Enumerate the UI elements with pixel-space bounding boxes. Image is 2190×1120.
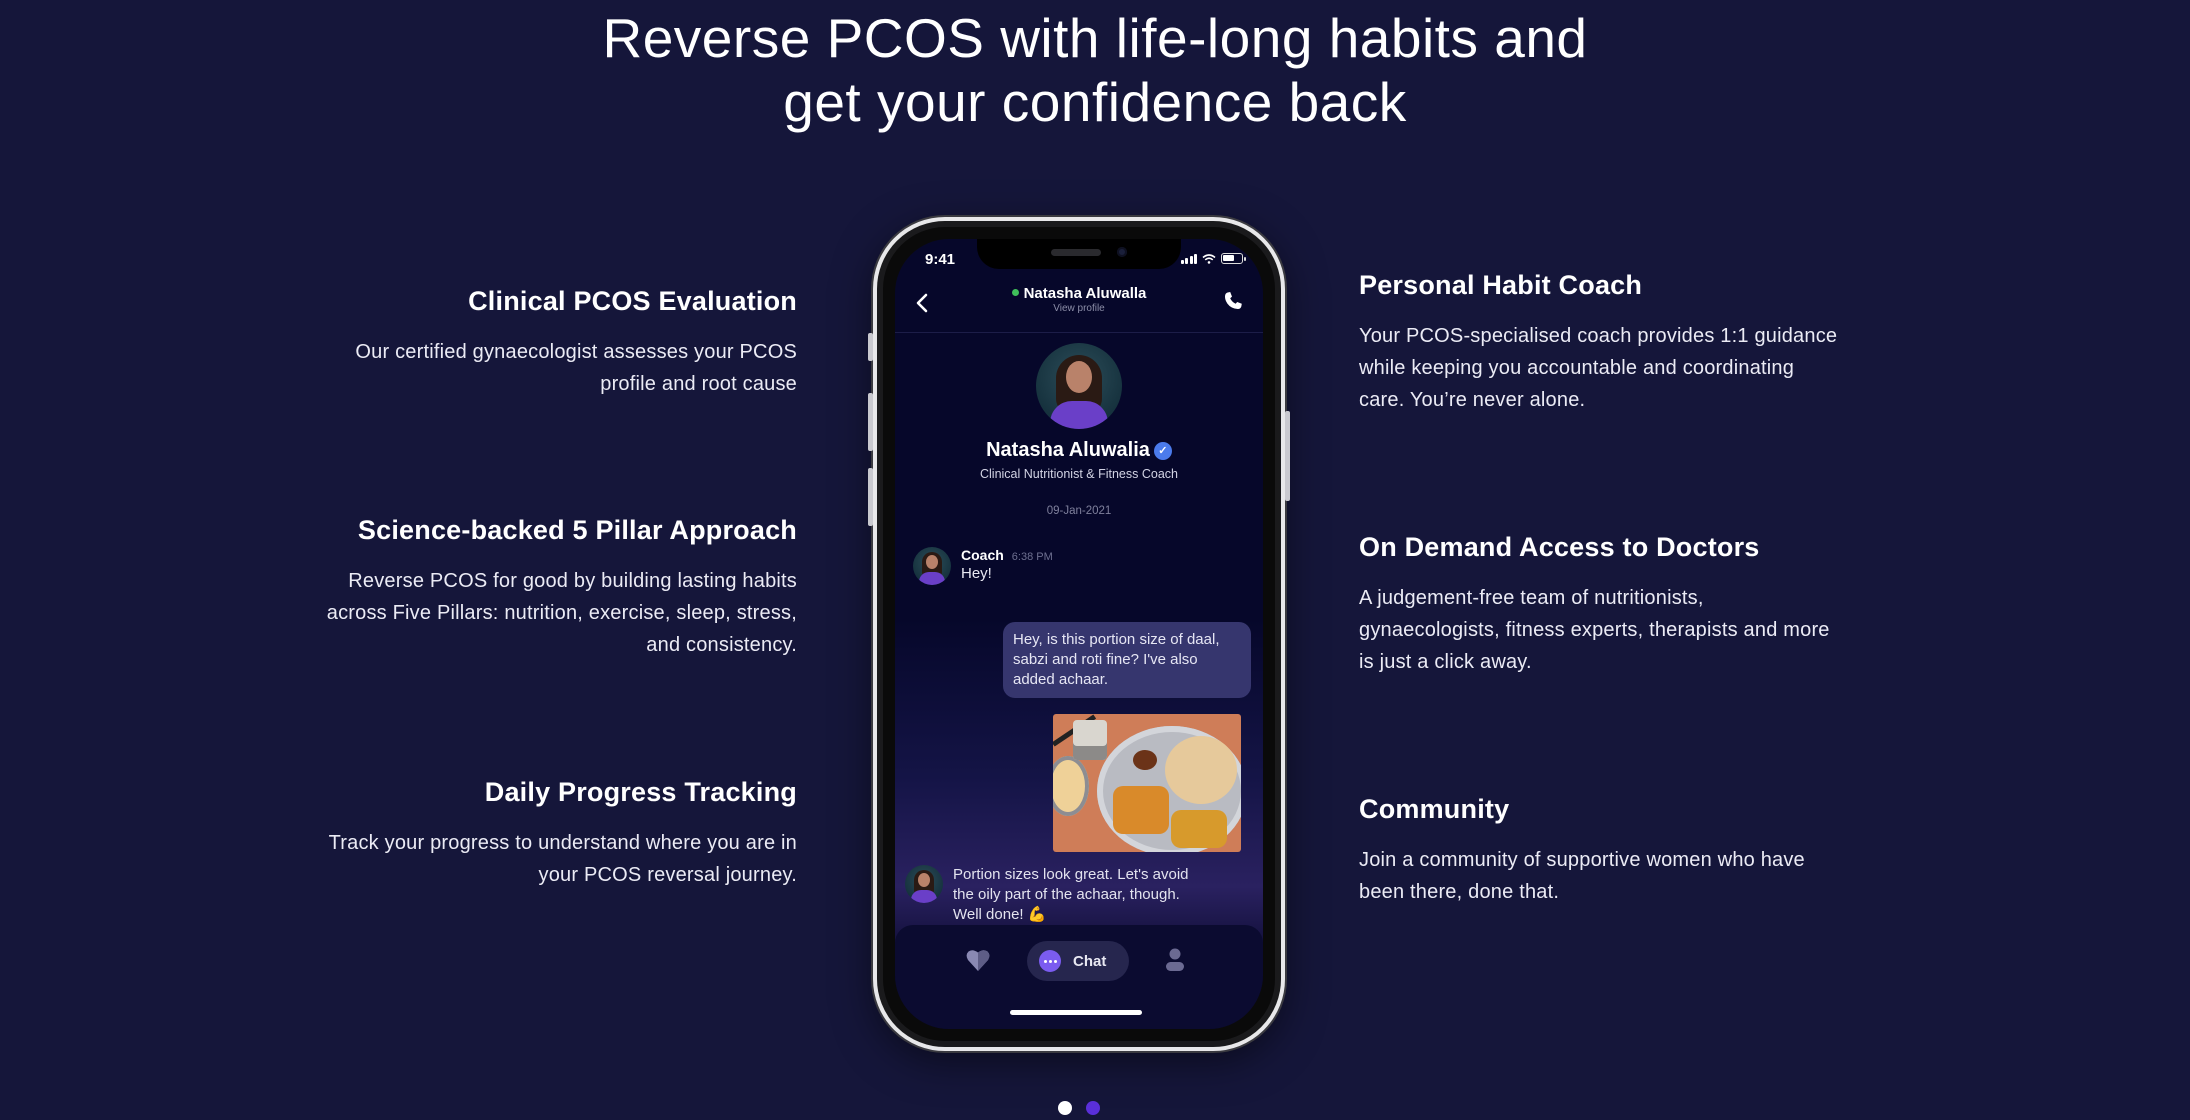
feature-description-line: and consistency.	[646, 634, 797, 656]
feature-description: Track your progress to understand where …	[297, 827, 797, 891]
feature-description-line: while keeping you accountable and coordi…	[1359, 357, 1795, 379]
feature-description-line: your PCOS reversal journey.	[538, 864, 797, 886]
feature-description-line: Your PCOS-specialised coach provides 1:1…	[1359, 325, 1838, 347]
cellular-signal-icon	[1180, 254, 1197, 264]
feature-title: Community	[1359, 794, 1510, 824]
chat-message-incoming: Portion sizes look great. Let's avoid th…	[905, 865, 1205, 925]
carousel-dot-2[interactable]	[1086, 1101, 1100, 1115]
feature-description: A judgement-free team of nutritionists, …	[1359, 582, 1859, 678]
front-camera	[1117, 247, 1127, 257]
tab-chat-label: Chat	[1073, 952, 1107, 970]
feature-description-line: Reverse PCOS for good by building lastin…	[348, 570, 797, 592]
view-profile-link[interactable]: View profile	[895, 303, 1263, 314]
feature-title: Science-backed 5 Pillar Approach	[357, 515, 797, 545]
hero-title-line-2: get your confidence back	[783, 71, 1407, 133]
feature-title: On Demand Access to Doctors	[1359, 532, 1760, 562]
chat-contact-name-text: Natasha Aluwalla	[1023, 285, 1147, 302]
feature-five-pillar-approach: Science-backed 5 Pillar Approach Reverse…	[297, 513, 797, 661]
feature-description-line: Our certified gynaecologist assesses you…	[355, 341, 797, 363]
message-text: Hey!	[961, 565, 992, 582]
feature-description: Your PCOS-specialised coach provides 1:1…	[1359, 320, 1859, 416]
status-bar-time: 9:41	[925, 251, 956, 268]
app-tab-bar: Chat	[895, 925, 1263, 1029]
chat-contact-info[interactable]: Natasha Aluwalla View profile	[895, 285, 1263, 314]
phone-volume-up-button	[868, 393, 873, 451]
phone-call-icon[interactable]	[1221, 289, 1245, 313]
tab-chat[interactable]: Chat	[1027, 941, 1129, 981]
feature-title: Clinical PCOS Evaluation	[468, 286, 797, 316]
features-section: Reverse PCOS with life-long habits and g…	[0, 0, 2190, 1120]
status-bar-icons	[1180, 253, 1246, 264]
phone-mockup: 9:41 Natasha Aluwalla View profile Natas…	[868, 217, 1290, 1051]
feature-community: Community Join a community of supportive…	[1359, 792, 1859, 908]
verified-badge-icon: ✓	[1153, 442, 1172, 460]
feature-habit-coach: Personal Habit Coach Your PCOS-specialis…	[1359, 268, 1859, 416]
feature-description-line: care. You’re never alone.	[1359, 389, 1586, 411]
feature-description-line: Join a community of supportive women who…	[1359, 849, 1805, 871]
feature-doctor-access: On Demand Access to Doctors A judgement-…	[1359, 530, 1859, 678]
message-sender: Coach 6:38 PM	[961, 547, 1053, 563]
message-sender-name: Coach	[961, 547, 1004, 563]
phone-notch	[977, 239, 1181, 269]
carousel-pagination	[1058, 1101, 1100, 1115]
chat-message-incoming: Coach 6:38 PM Hey!	[913, 547, 1053, 585]
phone-silent-switch	[868, 333, 873, 361]
feature-progress-tracking: Daily Progress Tracking Track your progr…	[297, 775, 797, 891]
feature-description-line: A judgement-free team of nutritionists,	[1359, 587, 1704, 609]
profile-icon[interactable]	[1165, 947, 1185, 973]
feature-description-line: profile and root cause	[600, 373, 797, 395]
feature-title: Personal Habit Coach	[1359, 270, 1643, 300]
wifi-icon	[1202, 254, 1216, 264]
coach-profile-name-text: Natasha Aluwalia	[986, 439, 1150, 461]
feature-clinical-evaluation: Clinical PCOS Evaluation Our certified g…	[297, 284, 797, 400]
speaker-grille	[1051, 249, 1101, 256]
feature-description: Reverse PCOS for good by building lastin…	[297, 565, 797, 661]
chat-message-outgoing: Hey, is this portion size of daal, sabzi…	[1003, 622, 1251, 698]
message-timestamp: 6:38 PM	[1011, 551, 1053, 563]
coach-profile-card: Natasha Aluwalia ✓ Clinical Nutritionist …	[895, 343, 1263, 517]
hero-title-line-1: Reverse PCOS with life-long habits and	[602, 7, 1588, 69]
chat-header: Natasha Aluwalla View profile	[895, 277, 1263, 333]
home-indicator[interactable]	[1010, 1010, 1142, 1015]
message-text: Portion sizes look great. Let's avoid th…	[953, 866, 1189, 923]
hero-title: Reverse PCOS with life-long habits and g…	[0, 6, 2190, 134]
feature-description-line: gynaecologists, fitness experts, therapi…	[1359, 619, 1830, 641]
coach-profile-name: Natasha Aluwalia ✓	[895, 439, 1263, 462]
phone-screen: 9:41 Natasha Aluwalla View profile Natas…	[895, 239, 1263, 1029]
coach-avatar-small	[913, 547, 951, 585]
feature-description: Join a community of supportive women who…	[1359, 844, 1859, 908]
carousel-dot-1[interactable]	[1058, 1101, 1072, 1115]
phone-power-button	[1285, 411, 1290, 501]
food-photo-attachment[interactable]	[1053, 714, 1241, 852]
chat-icon	[1039, 950, 1061, 972]
coach-role: Clinical Nutritionist & Fitness Coach	[980, 467, 1178, 481]
heart-icon[interactable]	[965, 947, 991, 973]
feature-description-line: is just a click away.	[1359, 651, 1532, 673]
phone-volume-down-button	[868, 468, 873, 526]
feature-description-line: been there, done that.	[1359, 881, 1560, 903]
feature-description: Our certified gynaecologist assesses you…	[297, 336, 797, 400]
coach-avatar[interactable]	[1036, 343, 1122, 429]
coach-avatar-small	[905, 865, 943, 903]
battery-icon	[1221, 253, 1246, 264]
feature-description-line: across Five Pillars: nutrition, exercise…	[326, 602, 797, 624]
chat-contact-name: Natasha Aluwalla	[895, 285, 1263, 302]
online-status-indicator	[1011, 289, 1019, 296]
chat-date-separator: 09-Jan-2021	[1046, 505, 1112, 517]
feature-title: Daily Progress Tracking	[484, 777, 797, 807]
feature-description-line: Track your progress to understand where …	[328, 832, 797, 854]
